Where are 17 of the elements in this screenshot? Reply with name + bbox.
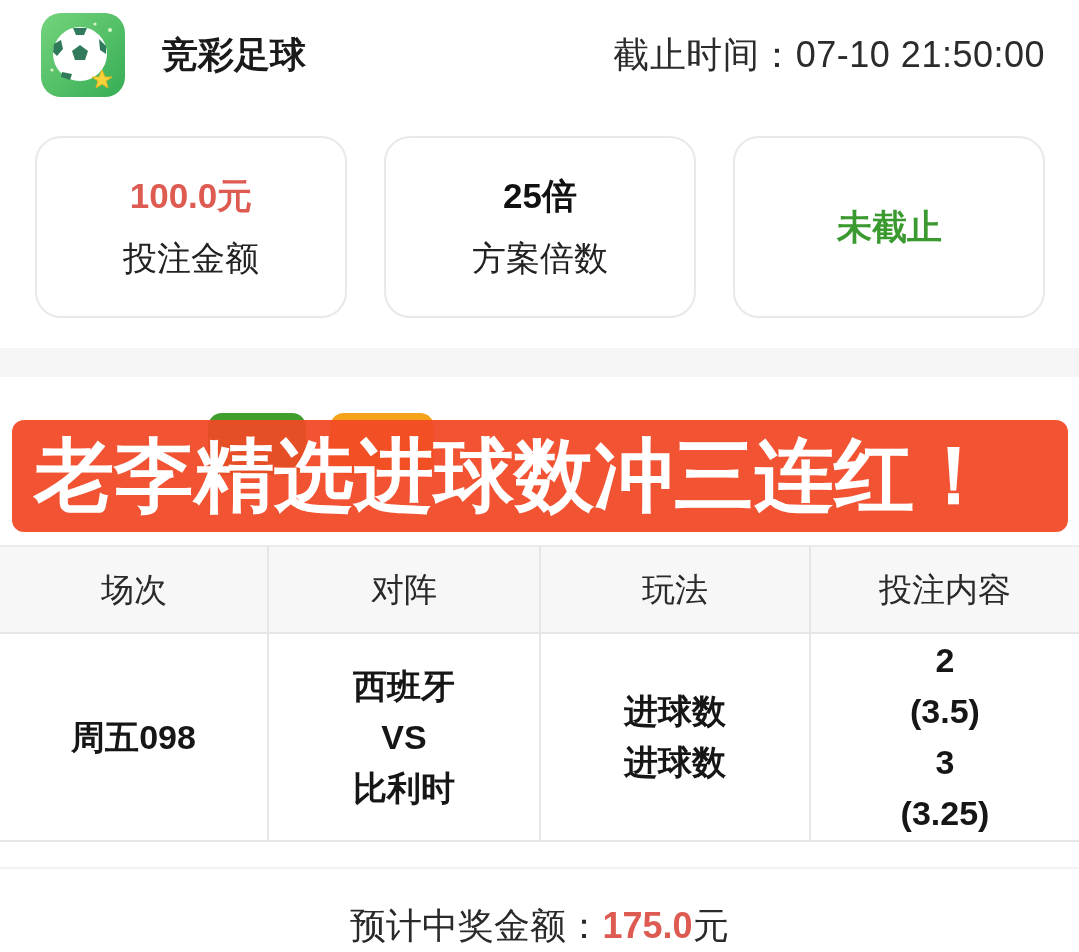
- stat-label: 投注金额: [123, 238, 259, 279]
- column-header: 对阵: [268, 546, 540, 633]
- expected-prize-text: 预计中奖金额：175.0元: [350, 905, 729, 946]
- caption-banner: 老李精选进球数冲三连红！: [12, 420, 1068, 532]
- status-text: 未截止: [836, 206, 942, 248]
- table-cell: 2 (3.5) 3 (3.25): [810, 633, 1079, 841]
- app-title: 竞彩足球: [162, 33, 306, 77]
- stat-label: 方案倍数: [472, 238, 608, 279]
- multiplier-value: 25倍: [503, 175, 577, 217]
- table-cell: 西班牙 VS 比利时: [268, 633, 540, 841]
- column-header: 投注内容: [810, 546, 1079, 633]
- bet-amount-value: 100.0元: [129, 175, 253, 217]
- column-header: 场次: [0, 546, 268, 633]
- column-header: 玩法: [540, 546, 810, 633]
- table-cell: 周五098: [0, 633, 268, 841]
- deadline-text: 截止时间：07-10 21:50:00: [613, 33, 1045, 77]
- table-cell: 进球数 进球数: [540, 633, 810, 841]
